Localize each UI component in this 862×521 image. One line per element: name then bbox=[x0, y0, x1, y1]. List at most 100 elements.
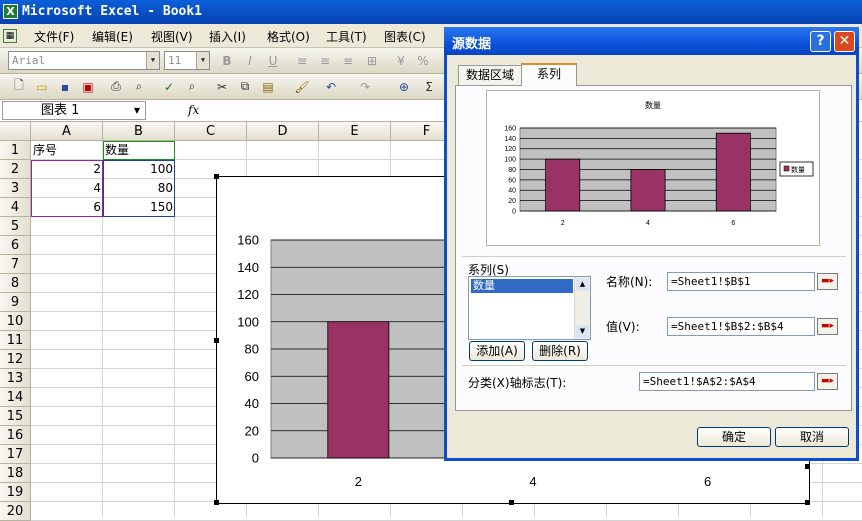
name-box[interactable]: 图表 1 ▼ bbox=[2, 101, 146, 120]
row-header-17[interactable]: 17 bbox=[0, 445, 31, 464]
ok-button[interactable]: 确定 bbox=[697, 427, 771, 447]
italic-icon[interactable]: I bbox=[241, 52, 259, 69]
menu-edit[interactable]: 编辑(E) bbox=[92, 28, 133, 45]
help-button[interactable]: ? bbox=[810, 31, 831, 52]
series-list-item[interactable]: 数量 bbox=[471, 279, 573, 293]
menu-insert[interactable]: 插入(I) bbox=[209, 28, 246, 45]
y-tick-label: 140 bbox=[504, 136, 516, 143]
row-header-20[interactable]: 20 bbox=[0, 502, 31, 521]
autosum-icon[interactable]: Σ bbox=[420, 78, 438, 95]
print-icon[interactable]: ⎙ bbox=[107, 78, 125, 95]
y-tick-label: 20 bbox=[245, 423, 259, 438]
column-header-C[interactable]: C bbox=[175, 122, 247, 141]
row-header-1[interactable]: 1 bbox=[0, 141, 31, 160]
cancel-button[interactable]: 取消 bbox=[775, 427, 849, 447]
row-header-4[interactable]: 4 bbox=[0, 198, 31, 217]
resize-handle[interactable] bbox=[214, 500, 219, 505]
underline-icon[interactable]: U bbox=[264, 52, 282, 69]
name-box-value: 图表 1 bbox=[41, 103, 80, 118]
copy-icon[interactable]: ⧉ bbox=[236, 78, 254, 95]
font-name-value: Arial bbox=[12, 54, 46, 67]
menu-tools[interactable]: 工具(T) bbox=[326, 28, 367, 45]
column-header-A[interactable]: A bbox=[31, 122, 103, 141]
research-icon[interactable]: ⌕ bbox=[183, 78, 201, 95]
cut-icon[interactable]: ✂ bbox=[213, 78, 231, 95]
paste-icon[interactable]: ▤ bbox=[259, 78, 277, 95]
format-painter-icon[interactable]: 🖌 bbox=[293, 78, 311, 95]
row-header-18[interactable]: 18 bbox=[0, 464, 31, 483]
close-button[interactable]: ✕ bbox=[834, 31, 855, 52]
menu-file[interactable]: 文件(F) bbox=[34, 28, 74, 45]
resize-handle[interactable] bbox=[214, 174, 219, 179]
scrollbar[interactable]: ▲ ▼ bbox=[574, 277, 590, 339]
fx-icon[interactable]: fx bbox=[188, 103, 199, 117]
cell-A1[interactable]: 序号 bbox=[33, 141, 57, 160]
chevron-down-icon[interactable]: ▼ bbox=[196, 52, 209, 69]
row-header-13[interactable]: 13 bbox=[0, 369, 31, 388]
row-header-15[interactable]: 15 bbox=[0, 407, 31, 426]
permission-icon[interactable]: ▣ bbox=[79, 78, 97, 95]
select-all-corner[interactable] bbox=[0, 122, 31, 141]
row-header-16[interactable]: 16 bbox=[0, 426, 31, 445]
percent-icon[interactable]: % bbox=[414, 52, 432, 69]
print-preview-icon[interactable]: ⌕ bbox=[130, 78, 148, 95]
column-header-B[interactable]: B bbox=[103, 122, 175, 141]
font-size-combo[interactable]: 11 ▼ bbox=[164, 51, 210, 70]
undo-icon[interactable]: ↶ bbox=[322, 78, 340, 95]
scroll-down-icon[interactable]: ▼ bbox=[576, 325, 589, 338]
open-icon[interactable]: ▭ bbox=[33, 78, 51, 95]
row-header-11[interactable]: 11 bbox=[0, 331, 31, 350]
resize-handle[interactable] bbox=[214, 338, 219, 343]
workbook-icon[interactable]: ▦ bbox=[3, 29, 17, 43]
row-header-14[interactable]: 14 bbox=[0, 388, 31, 407]
row-header-9[interactable]: 9 bbox=[0, 293, 31, 312]
redo-icon[interactable]: ↷ bbox=[356, 78, 374, 95]
menu-view[interactable]: 视图(V) bbox=[151, 28, 193, 45]
row-header-19[interactable]: 19 bbox=[0, 483, 31, 502]
align-left-icon[interactable]: ≡ bbox=[293, 52, 311, 69]
resize-handle[interactable] bbox=[509, 500, 514, 505]
save-icon[interactable]: ▪ bbox=[56, 78, 74, 95]
remove-series-button[interactable]: 删除(R) bbox=[532, 341, 588, 361]
dialog-title-bar[interactable]: 源数据 ? ✕ bbox=[444, 27, 859, 55]
series-values-field[interactable]: =Sheet1!$B$2:$B$4 bbox=[667, 317, 815, 336]
align-right-icon[interactable]: ≡ bbox=[339, 52, 357, 69]
legend-swatch bbox=[783, 165, 790, 172]
row-header-12[interactable]: 12 bbox=[0, 350, 31, 369]
align-center-icon[interactable]: ≡ bbox=[316, 52, 334, 69]
menu-chart[interactable]: 图表(C) bbox=[384, 28, 426, 45]
resize-handle[interactable] bbox=[805, 500, 810, 505]
series-list[interactable]: 数量 ▲ ▼ bbox=[468, 276, 591, 340]
column-header-D[interactable]: D bbox=[247, 122, 319, 141]
y-tick-label: 80 bbox=[508, 167, 516, 174]
spelling-icon[interactable]: ✓ bbox=[160, 78, 178, 95]
collapse-dialog-icon[interactable]: ▬▸ bbox=[817, 318, 838, 335]
tab-series[interactable]: 系列 bbox=[521, 63, 577, 86]
category-labels-field[interactable]: =Sheet1!$A$2:$A$4 bbox=[639, 372, 815, 391]
chevron-down-icon[interactable]: ▼ bbox=[129, 102, 145, 119]
y-tick-label: 0 bbox=[512, 208, 516, 215]
row-header-10[interactable]: 10 bbox=[0, 312, 31, 331]
collapse-dialog-icon[interactable]: ▬▸ bbox=[817, 273, 838, 290]
new-icon[interactable]: 🗋 bbox=[10, 78, 28, 95]
currency-icon[interactable]: ¥ bbox=[392, 52, 410, 69]
row-header-8[interactable]: 8 bbox=[0, 274, 31, 293]
row-header-2[interactable]: 2 bbox=[0, 160, 31, 179]
chevron-down-icon[interactable]: ▼ bbox=[146, 52, 159, 69]
add-series-button[interactable]: 添加(A) bbox=[469, 341, 525, 361]
series-name-field[interactable]: =Sheet1!$B$1 bbox=[667, 272, 815, 291]
bold-icon[interactable]: B bbox=[218, 52, 236, 69]
row-header-6[interactable]: 6 bbox=[0, 236, 31, 255]
tab-data-range[interactable]: 数据区域 bbox=[458, 65, 522, 85]
font-name-combo[interactable]: Arial ▼ bbox=[8, 51, 160, 70]
row-header-7[interactable]: 7 bbox=[0, 255, 31, 274]
scroll-up-icon[interactable]: ▲ bbox=[576, 278, 589, 291]
hyperlink-icon[interactable]: ⊕ bbox=[395, 78, 413, 95]
row-header-3[interactable]: 3 bbox=[0, 179, 31, 198]
column-header-E[interactable]: E bbox=[319, 122, 391, 141]
resize-handle[interactable] bbox=[805, 464, 810, 469]
menu-format[interactable]: 格式(O) bbox=[267, 28, 310, 45]
row-header-5[interactable]: 5 bbox=[0, 217, 31, 236]
collapse-dialog-icon[interactable]: ▬▸ bbox=[817, 373, 838, 390]
merge-center-icon[interactable]: ⊞ bbox=[363, 52, 381, 69]
